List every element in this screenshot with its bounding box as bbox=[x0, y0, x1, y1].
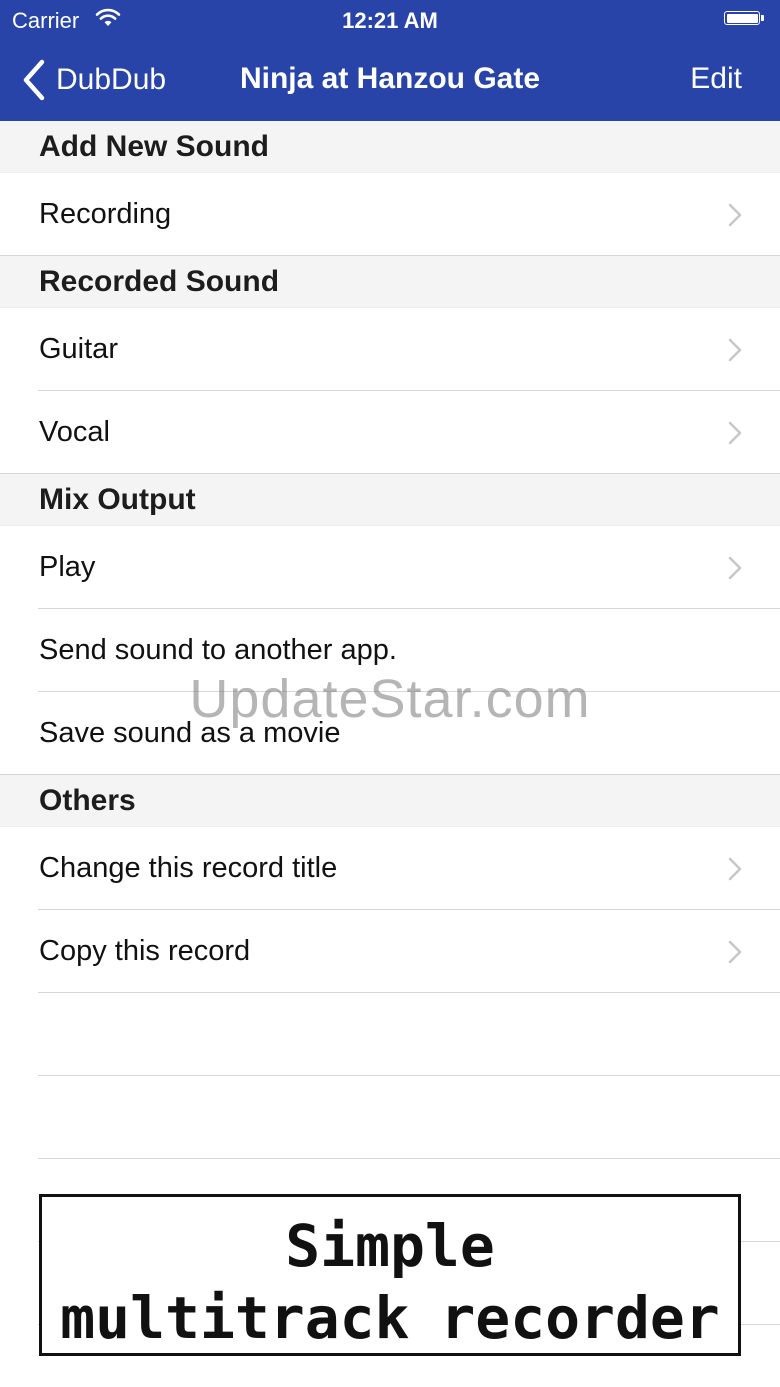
row-label: Guitar bbox=[39, 333, 118, 365]
chevron-right-icon bbox=[728, 203, 742, 227]
row-label: Vocal bbox=[39, 416, 110, 448]
empty-row bbox=[0, 993, 780, 1076]
chevron-right-icon bbox=[728, 421, 742, 445]
row-play[interactable]: Play bbox=[0, 526, 780, 609]
promo-banner: Simple multitrack recorder bbox=[39, 1194, 741, 1356]
status-bar: Carrier 12:21 AM bbox=[0, 0, 780, 40]
row-copy-record[interactable]: Copy this record bbox=[0, 910, 780, 993]
navigation-bar: DubDub Ninja at Hanzou Gate Edit bbox=[0, 40, 780, 121]
banner-line-2: multitrack recorder bbox=[60, 1284, 720, 1352]
section-header-recorded-sound: Recorded Sound bbox=[0, 256, 780, 308]
row-label: Play bbox=[39, 551, 96, 583]
section-header-add-new-sound: Add New Sound bbox=[0, 121, 780, 173]
battery-icon bbox=[724, 11, 766, 27]
row-label: Save sound as a movie bbox=[39, 717, 341, 749]
navigation-bar-container: Carrier 12:21 AM DubDub Ninja at Hanzou … bbox=[0, 0, 780, 121]
banner-line-1: Simple bbox=[285, 1212, 495, 1280]
section-header-others: Others bbox=[0, 775, 780, 827]
row-label: Copy this record bbox=[39, 935, 251, 967]
row-guitar[interactable]: Guitar bbox=[0, 308, 780, 391]
row-label: Change this record title bbox=[39, 852, 338, 884]
page-title: Ninja at Hanzou Gate bbox=[239, 62, 541, 95]
row-change-title[interactable]: Change this record title bbox=[0, 827, 780, 910]
row-label: Send sound to another app. bbox=[39, 634, 397, 666]
settings-table: Add New Sound Recording Recorded Sound G… bbox=[0, 121, 780, 1325]
chevron-right-icon bbox=[728, 556, 742, 580]
row-recording[interactable]: Recording bbox=[0, 173, 780, 256]
row-label: Recording bbox=[39, 198, 172, 230]
row-send-sound[interactable]: Send sound to another app. bbox=[0, 609, 780, 692]
section-header-mix-output: Mix Output bbox=[0, 474, 780, 526]
chevron-right-icon bbox=[728, 940, 742, 964]
edit-button[interactable]: Edit bbox=[690, 62, 742, 96]
chevron-right-icon bbox=[728, 857, 742, 881]
row-vocal[interactable]: Vocal bbox=[0, 391, 780, 474]
status-time: 12:21 AM bbox=[342, 8, 438, 33]
screen: Carrier 12:21 AM DubDub Ninja at Hanzou … bbox=[0, 0, 780, 1387]
row-save-movie[interactable]: Save sound as a movie bbox=[0, 692, 780, 775]
empty-row bbox=[0, 1076, 780, 1159]
chevron-right-icon bbox=[728, 338, 742, 362]
